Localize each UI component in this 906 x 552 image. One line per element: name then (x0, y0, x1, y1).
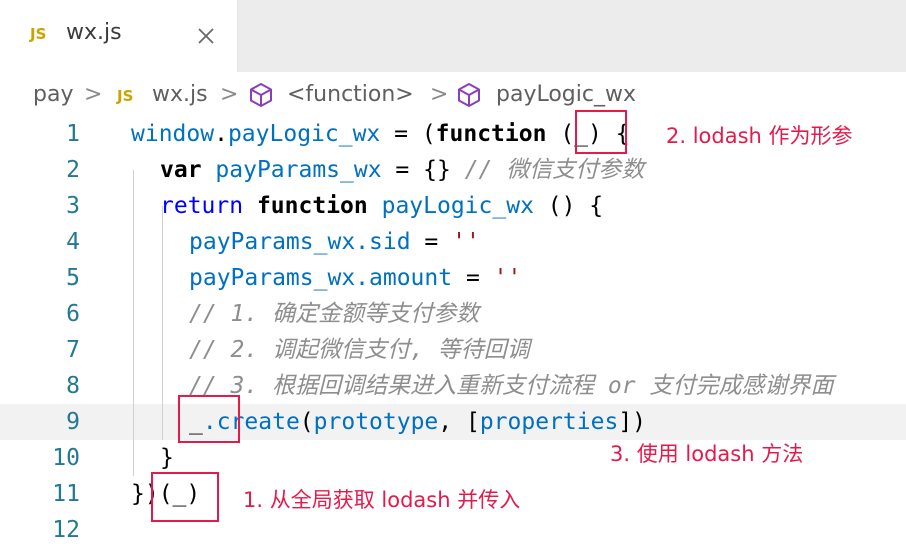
tab-label: wx.js (66, 20, 122, 45)
line-number: 9 (66, 409, 80, 435)
code-line-7: // 2. 调起微信支付, 等待回调 (189, 337, 530, 363)
highlight-box-argument (151, 472, 219, 522)
line-number: 7 (66, 337, 80, 363)
line-number: 2 (66, 157, 80, 183)
chevron-right-icon: > (220, 82, 239, 107)
highlight-box-param (575, 110, 627, 154)
code-line-10: } (160, 445, 174, 471)
code-line-8: // 3. 根据回调结果进入重新支付流程 or 支付完成感谢界面 (189, 373, 834, 399)
chevron-right-icon: > (430, 82, 449, 107)
code-line-1: window.payLogic_wx = (function (_) { (131, 121, 630, 147)
tab-wx-js[interactable]: JS wx.js (0, 0, 238, 72)
code-line-9: _.create(prototype, [properties]) (189, 409, 647, 435)
line-number: 5 (66, 265, 80, 291)
code-line-5: payParams_wx.amount = '' (189, 265, 522, 291)
js-file-icon: JS (30, 25, 47, 43)
annotation-2: 2. lodash 作为形参 (666, 124, 853, 148)
annotation-1: 1. 从全局获取 lodash 并传入 (243, 488, 521, 512)
line-number: 8 (66, 373, 80, 399)
line-number: 10 (52, 445, 80, 471)
code-editor[interactable]: 1 2 3 4 5 6 7 8 9 10 11 12 window.payLog… (0, 110, 906, 552)
line-number: 12 (52, 517, 80, 543)
annotation-3: 3. 使用 lodash 方法 (610, 442, 804, 466)
line-number: 6 (66, 301, 80, 327)
line-number: 3 (66, 193, 80, 219)
breadcrumb: pay > JS wx.js > <function> > payLogic_w… (0, 72, 906, 116)
line-number: 4 (66, 229, 80, 255)
symbol-method-icon (250, 83, 272, 107)
breadcrumb-folder[interactable]: pay (33, 82, 73, 107)
code-line-3: return function payLogic_wx () { (160, 193, 604, 219)
code-line-4: payParams_wx.sid = '' (189, 229, 480, 255)
breadcrumb-file[interactable]: wx.js (152, 82, 208, 107)
breadcrumb-symbol-paylogic[interactable]: payLogic_wx (496, 82, 636, 107)
code-line-2: var payParams_wx = {} // 微信支付参数 (160, 157, 645, 183)
tab-bar: JS wx.js (0, 0, 906, 72)
js-file-icon: JS (117, 87, 134, 105)
line-number: 11 (52, 481, 80, 507)
code-line-6: // 1. 确定金额等支付参数 (189, 301, 480, 327)
breadcrumb-symbol-function[interactable]: <function> (287, 82, 414, 107)
close-icon[interactable] (194, 24, 218, 48)
symbol-method-icon (458, 83, 480, 107)
chevron-right-icon: > (84, 82, 103, 107)
highlight-box-usage (178, 395, 240, 443)
line-number: 1 (66, 121, 80, 147)
